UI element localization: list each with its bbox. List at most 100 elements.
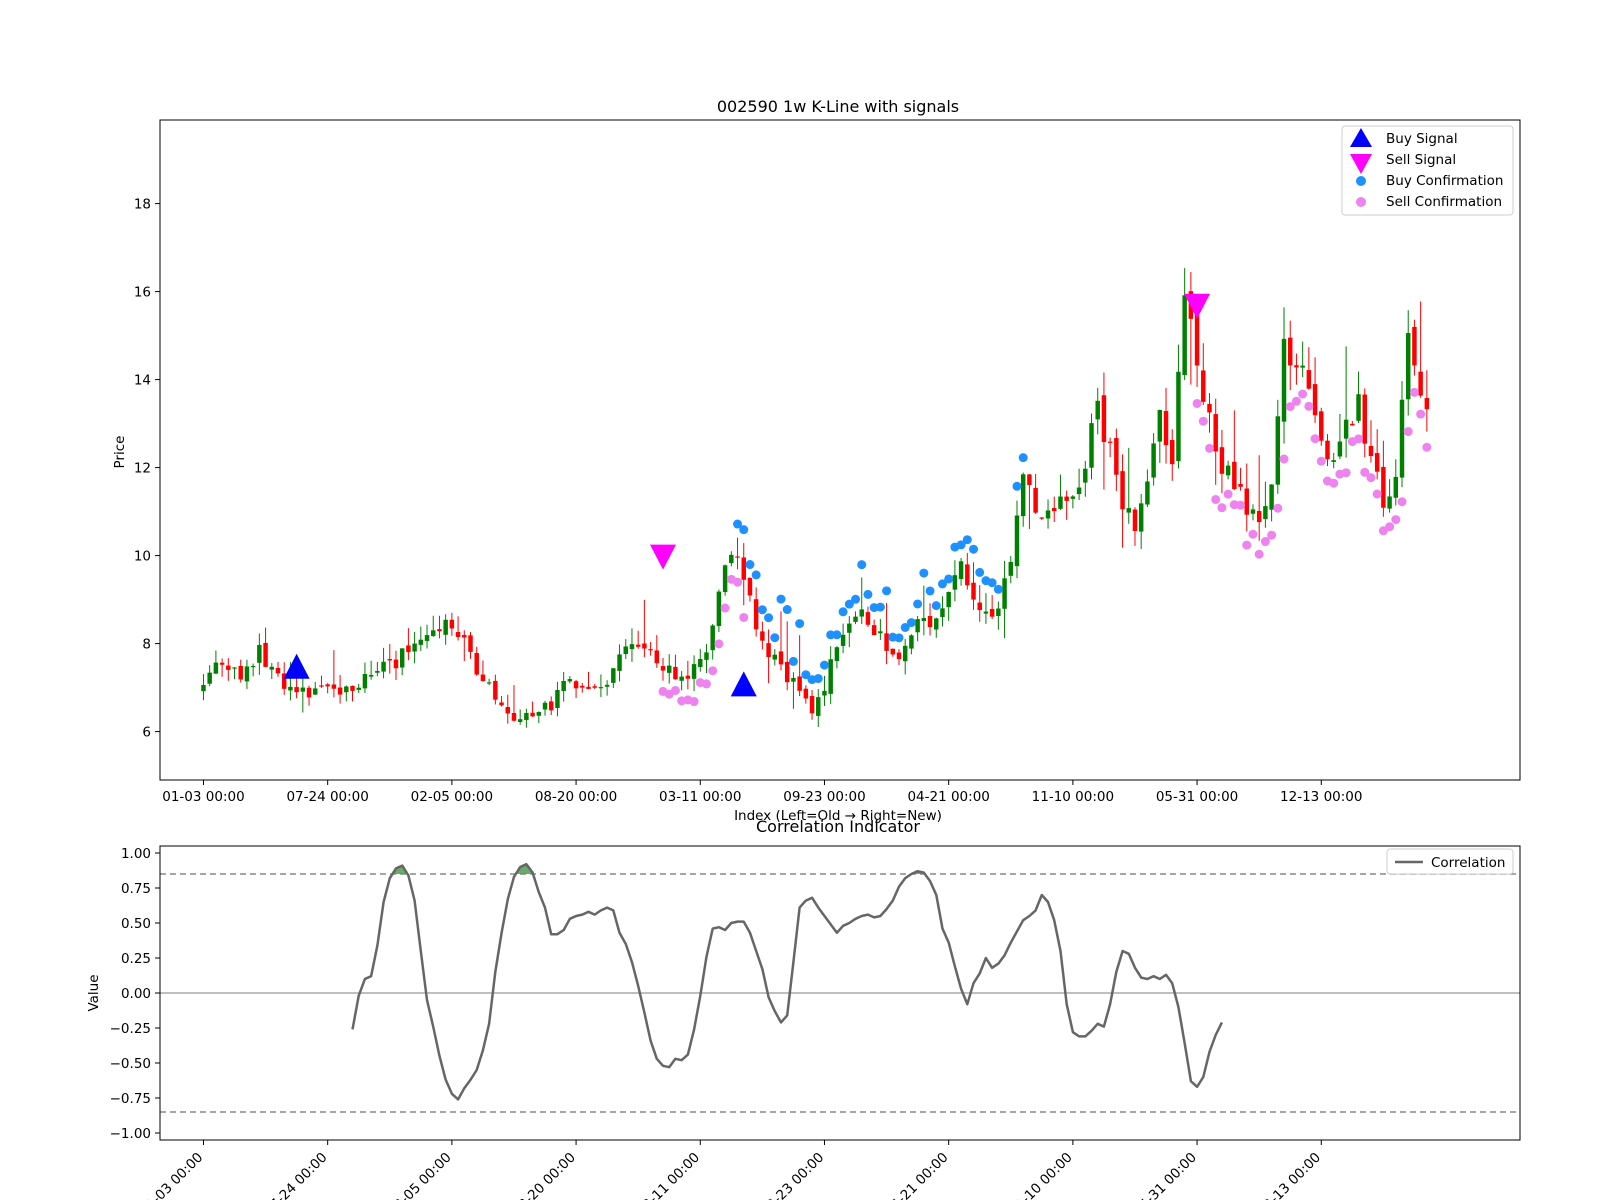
candle-body [1132, 509, 1138, 532]
candle-body [1368, 445, 1374, 457]
candle-body [722, 565, 728, 593]
candle-body [747, 577, 753, 596]
candle-body [902, 645, 908, 662]
kline-xtick-label: 02-05 00:00 [411, 789, 493, 805]
correlation-xtick-label: 05-31 00:00 [1130, 1150, 1200, 1200]
candle-body [673, 666, 678, 680]
sell-confirmation-point [1304, 401, 1314, 411]
buy-confirmation-point [962, 535, 972, 545]
buy-confirmation-point [925, 586, 935, 596]
candle-body [1281, 338, 1287, 422]
candle-body [1002, 578, 1007, 609]
candle-body [704, 652, 709, 660]
candle-body [263, 642, 268, 667]
candle-body [791, 677, 796, 682]
candle-body [784, 661, 790, 683]
kline-title: 002590 1w K-Line with signals [717, 97, 959, 116]
candle-body [766, 643, 771, 658]
buy-confirmation-point [857, 560, 867, 570]
candle-body [406, 645, 411, 653]
candle-body [306, 687, 312, 698]
buy-confirmation-point [770, 633, 780, 643]
candle-body [1238, 483, 1243, 487]
candle-body [865, 612, 871, 625]
kline-ytick-label: 18 [134, 197, 151, 213]
candle-body [1070, 496, 1076, 499]
correlation-axes-layer: −1.00 −0.75 −0.50 −0.25 0.00 0.25 0.50 0.75 1.00… [110, 846, 1520, 1200]
candle-body [915, 619, 920, 633]
buy-confirmation-point [757, 605, 767, 615]
correlation-legend: Correlation [1386, 848, 1514, 875]
candle-body [778, 651, 784, 665]
candle-body [971, 582, 976, 600]
candle-body [1232, 461, 1237, 490]
candle-body [567, 679, 573, 682]
candle-body [511, 713, 517, 721]
candle-body [356, 687, 361, 690]
candle-body [368, 674, 374, 677]
candle-body [946, 591, 951, 608]
candle-body [648, 649, 653, 651]
candle-body [561, 681, 566, 692]
candle-body [1138, 503, 1144, 532]
candle-body [623, 646, 628, 655]
candle-body [1014, 515, 1020, 567]
legend-label-sell-confirmation: Sell Confirmation [1386, 194, 1502, 210]
legend-label-sell-signal: Sell Signal [1386, 152, 1456, 168]
candle-body [1412, 326, 1417, 366]
candle-body [573, 681, 579, 689]
candle-body [797, 676, 802, 691]
candle-body [679, 676, 684, 681]
candle-body [269, 666, 275, 670]
candle-body [399, 648, 405, 668]
candle-body [828, 659, 833, 694]
buy-confirmation-point [969, 544, 979, 554]
candle-body [1294, 365, 1299, 368]
candle-body [1319, 411, 1324, 441]
legend-label-correlation: Correlation [1431, 855, 1505, 871]
kline-ytick-label: 6 [142, 725, 151, 741]
sell-confirmation-point [1267, 530, 1277, 540]
candle-body [1287, 337, 1293, 366]
candle-body [1151, 443, 1156, 478]
sell-confirmation-point [1254, 549, 1264, 559]
candle-body [524, 712, 529, 720]
correlation-ylabel: Value [86, 974, 102, 1011]
candle-body [505, 707, 510, 714]
buy-confirmation-point [813, 674, 823, 684]
candle-body [1337, 441, 1343, 457]
candle-body [530, 712, 535, 717]
sell-signal-marker [1184, 293, 1211, 319]
sell-confirmation-point [1385, 522, 1395, 532]
candle-body [896, 652, 902, 660]
candle-body [1393, 476, 1399, 498]
candle-body [629, 644, 635, 650]
buy-confirmation-point [819, 660, 829, 670]
candle-body [1039, 517, 1045, 519]
candle-body [1256, 510, 1262, 523]
candle-body [1418, 371, 1423, 396]
sell-confirmation-point [1248, 529, 1258, 539]
buy-confirmation-point [944, 574, 954, 584]
buy-signal-marker [283, 653, 310, 679]
sell-confirmation-point [1422, 442, 1432, 452]
candle-body [462, 634, 467, 638]
sell-confirmation-point [708, 666, 718, 676]
sell-confirmation-point [1242, 540, 1252, 550]
correlation-ytick-label: 0.75 [121, 881, 151, 897]
candle-body [499, 702, 504, 706]
candle-body [536, 712, 542, 716]
candle-body [965, 564, 970, 586]
candle-body [698, 658, 703, 668]
candle-body [1356, 394, 1361, 421]
candle-body [219, 662, 225, 665]
candle-body [598, 687, 604, 689]
candle-body [871, 625, 877, 636]
sell-confirmation-point [1204, 443, 1214, 453]
sell-confirmation-point [670, 685, 680, 695]
buy-confirmation-point [875, 602, 885, 612]
sell-confirmation-point [1198, 416, 1208, 426]
candle-body [250, 666, 256, 668]
correlation-line-layer [351, 862, 1224, 1101]
candle-body [1182, 295, 1187, 376]
